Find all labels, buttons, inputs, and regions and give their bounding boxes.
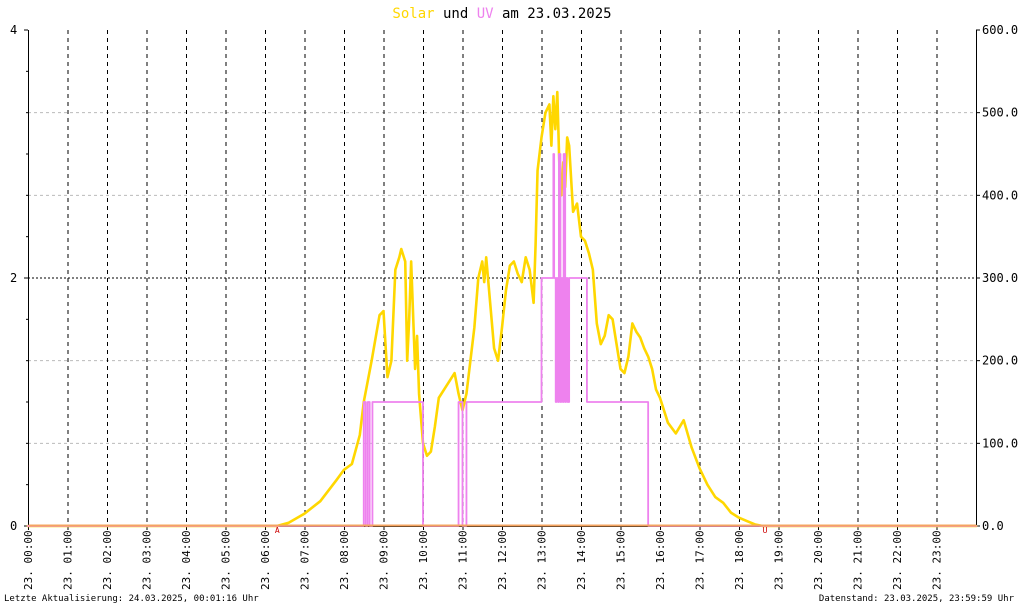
sunrise-marker: A [275, 526, 280, 535]
right-tick-label: 600.0 [982, 23, 1018, 37]
x-tick-label: 23. 15:00 [615, 530, 628, 590]
x-tick-label: 23. 04:00 [180, 530, 193, 590]
chart-background [0, 0, 1020, 606]
left-tick-label: 2 [10, 271, 17, 285]
x-tick-label: 23. 08:00 [338, 530, 351, 590]
chart-title: Solar und UV am 23.03.2025 [392, 6, 611, 22]
right-tick-label: 400.0 [982, 188, 1018, 202]
x-tick-label: 23. 19:00 [773, 530, 786, 590]
x-tick-label: 23. 09:00 [378, 530, 391, 590]
x-tick-label: 23. 07:00 [299, 530, 312, 590]
x-tick-label: 23. 10:00 [417, 530, 430, 590]
x-tick-label: 23. 03:00 [141, 530, 154, 590]
left-tick-label: 0 [10, 519, 17, 533]
x-tick-label: 23. 05:00 [220, 530, 233, 590]
x-tick-label: 23. 21:00 [852, 530, 865, 590]
x-tick-label: 23. 13:00 [536, 530, 549, 590]
x-tick-label: 23. 17:00 [694, 530, 707, 590]
x-tick-label: 23. 02:00 [101, 530, 114, 590]
right-tick-label: 500.0 [982, 106, 1018, 120]
footer-last-update: Letzte Aktualisierung: 24.03.2025, 00:01… [4, 594, 259, 604]
sunset-marker: U [763, 526, 768, 535]
title-part-0: Solar [392, 6, 434, 22]
solar-uv-chart: Solar und UV am 23.03.2025 0 2 4 0.0 100.0 20… [0, 0, 1020, 606]
x-tick-label: 23. 01:00 [62, 530, 75, 590]
title-part-3: am 23.03.2025 [494, 6, 612, 22]
title-part-2: UV [477, 6, 494, 22]
left-tick-label: 4 [10, 23, 17, 37]
x-tick-label: 23. 14:00 [575, 530, 588, 590]
x-tick-label: 23. 06:00 [259, 530, 272, 590]
right-tick-label: 300.0 [982, 271, 1018, 285]
title-part-1: und [435, 6, 477, 22]
x-tick-label: 23. 20:00 [812, 530, 825, 590]
x-tick-label: 23. 22:00 [891, 530, 904, 590]
x-tick-label: 23. 23:00 [931, 530, 944, 590]
right-tick-label: 100.0 [982, 436, 1018, 450]
right-tick-label: 0.0 [982, 519, 1004, 533]
footer-data-status: Datenstand: 23.03.2025, 23:59:59 Uhr [819, 594, 1015, 604]
x-tick-label: 23. 18:00 [733, 530, 746, 590]
x-tick-label: 23. 16:00 [654, 530, 667, 590]
x-tick-label: 23. 12:00 [496, 530, 509, 590]
right-tick-label: 200.0 [982, 354, 1018, 368]
x-tick-label: 23. 11:00 [457, 530, 470, 590]
x-tick-label: 23. 00:00 [22, 530, 35, 590]
